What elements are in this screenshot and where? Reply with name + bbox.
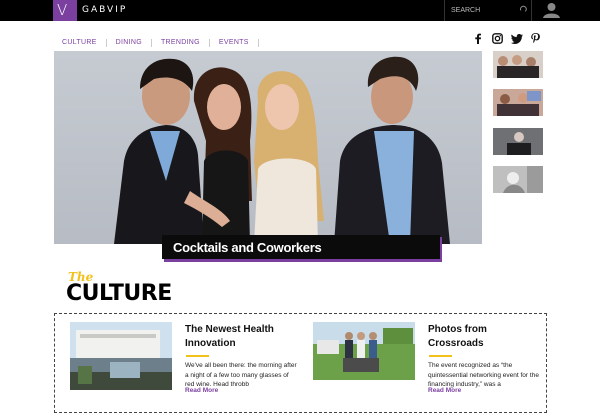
nav-culture[interactable]: CULTURE xyxy=(62,39,107,47)
article-title[interactable]: The Newest Health Innovation xyxy=(185,323,295,351)
article-cards: The Newest Health Innovation We've all b… xyxy=(54,313,547,413)
title-underline xyxy=(186,355,209,357)
search-icon[interactable] xyxy=(519,5,528,14)
sidebar-thumbnail[interactable] xyxy=(493,51,543,78)
title-underline xyxy=(429,355,452,357)
hero-caption[interactable]: Cocktails and Coworkers xyxy=(162,235,440,259)
article-excerpt: We've all been there: the morning after … xyxy=(185,362,297,388)
read-more-link[interactable]: Read More xyxy=(428,387,461,394)
user-icon[interactable] xyxy=(543,2,560,18)
section-heading-culture: The CULTURE xyxy=(66,270,186,308)
thumb-photo xyxy=(493,51,543,78)
nav-trending[interactable]: TRENDING xyxy=(161,39,210,47)
top-bar: V GABVIP xyxy=(0,0,600,21)
pinterest-icon[interactable] xyxy=(531,31,540,49)
section-heading-title: CULTURE xyxy=(66,281,172,306)
search-area xyxy=(444,0,532,21)
article-photo xyxy=(313,322,415,380)
thumb-photo xyxy=(493,89,543,116)
nav-events[interactable]: EVENTS xyxy=(219,39,259,47)
thumb-photo xyxy=(493,166,543,193)
facebook-icon[interactable] xyxy=(474,31,482,49)
main-nav: CULTURE DINING TRENDING EVENTS xyxy=(62,31,268,47)
hero-image[interactable] xyxy=(54,51,482,244)
instagram-icon[interactable] xyxy=(492,31,503,49)
logo-letter: V xyxy=(57,1,68,19)
sidebar-thumbnail[interactable] xyxy=(493,166,543,193)
article-title[interactable]: Photos from Crossroads xyxy=(428,323,538,351)
hero-photo xyxy=(114,56,450,244)
hero-caption-text: Cocktails and Coworkers xyxy=(173,240,322,255)
article-excerpt: The event recognized as “the quintessent… xyxy=(428,362,539,388)
sidebar-thumbnail[interactable] xyxy=(493,89,543,116)
search-input[interactable] xyxy=(451,4,511,17)
nav-dining[interactable]: DINING xyxy=(116,39,152,47)
article-image[interactable] xyxy=(70,322,172,390)
article-image[interactable] xyxy=(313,322,415,380)
twitter-icon[interactable] xyxy=(511,31,523,49)
brand-name[interactable]: GABVIP xyxy=(82,5,127,15)
article-photo xyxy=(70,322,172,390)
thumb-photo xyxy=(493,128,543,155)
read-more-link[interactable]: Read More xyxy=(185,387,218,394)
logo[interactable]: V xyxy=(53,0,77,21)
sidebar-thumbnail[interactable] xyxy=(493,128,543,155)
